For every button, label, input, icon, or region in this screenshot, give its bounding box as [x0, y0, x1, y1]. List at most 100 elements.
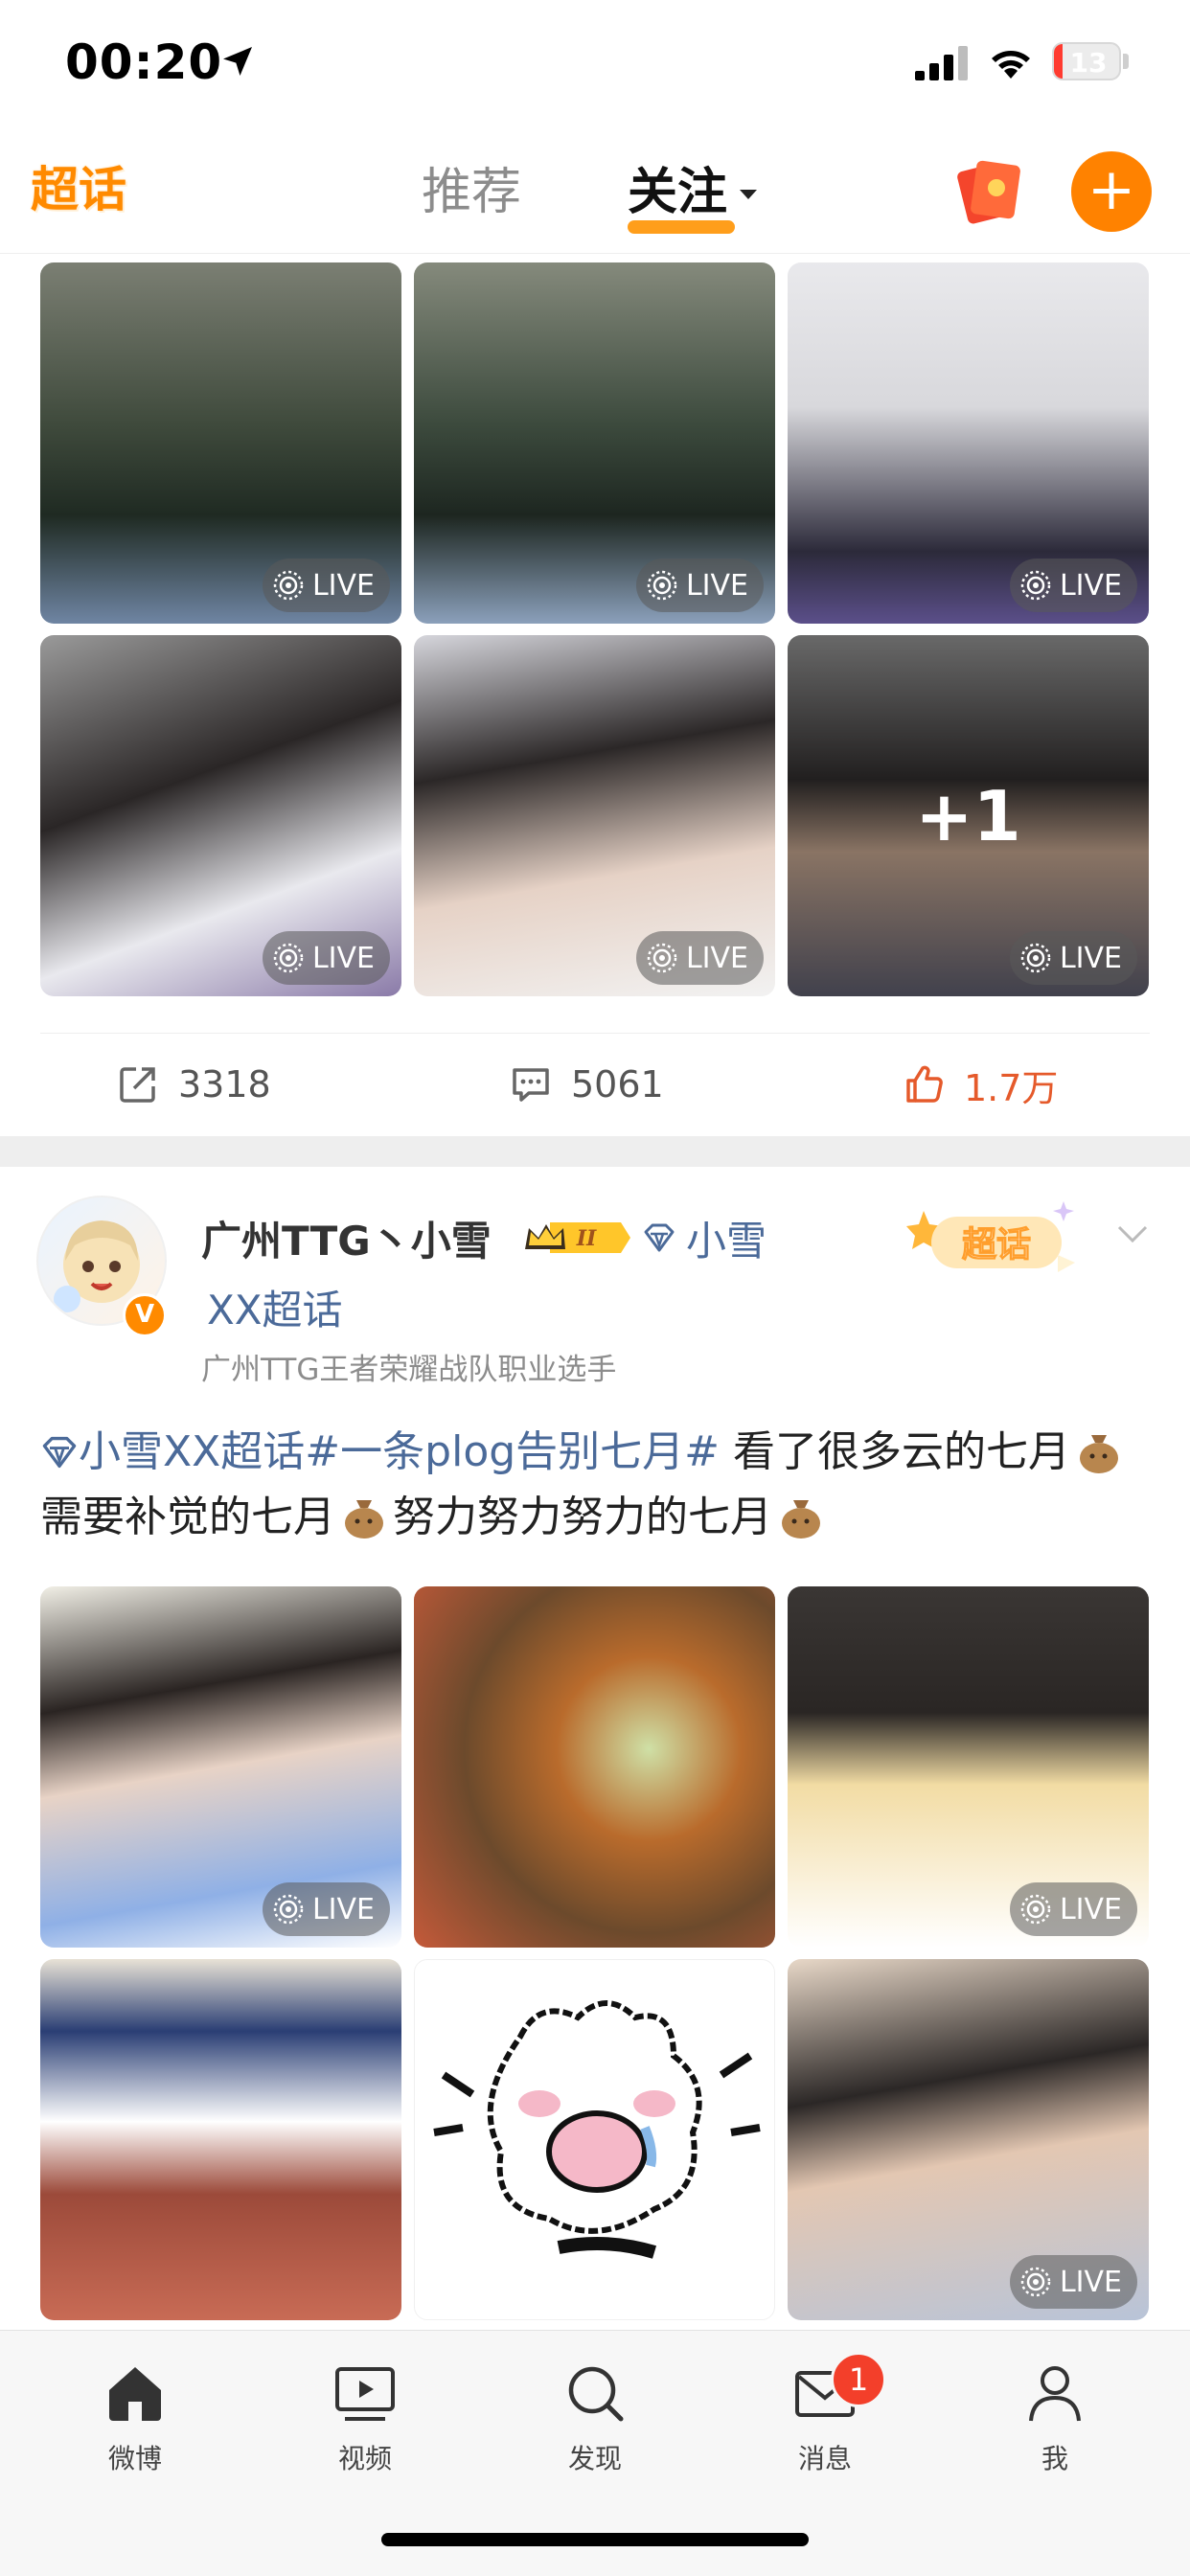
post-image[interactable]: LIVE [40, 635, 401, 996]
tab-video[interactable]: 视频 [288, 2359, 442, 2476]
cellular-signal-icon [915, 46, 968, 80]
home-indicator[interactable] [381, 2533, 809, 2546]
status-time: 00:20 [65, 34, 223, 90]
money-bag-emoji-icon [1080, 1435, 1119, 1473]
live-photo-icon [1020, 570, 1051, 601]
tab-profile[interactable]: 我 [978, 2359, 1132, 2476]
live-photo-icon [1020, 943, 1051, 973]
post-image[interactable]: LIVE [788, 1959, 1149, 2320]
live-photo-icon [273, 570, 304, 601]
tab-label: 发现 [567, 2443, 622, 2474]
profile-icon [1029, 2366, 1081, 2422]
chevron-down-icon[interactable] [1115, 1222, 1150, 1245]
header: 超话 推荐 关注 + [0, 134, 1190, 254]
post-action-bar: 3318 5061 1.7万 [40, 1033, 1150, 1135]
level-badge-text: II [576, 1226, 597, 1251]
verified-badge-icon: V [123, 1293, 167, 1337]
feed-separator [0, 1136, 1190, 1167]
comment-count: 5061 [571, 1063, 664, 1106]
money-bag-emoji-icon [345, 1500, 383, 1539]
live-badge: LIVE [1009, 559, 1137, 612]
battery-indicator: 13 [1052, 42, 1129, 80]
live-photo-icon [1020, 1894, 1051, 1925]
tab-recommend[interactable]: 推荐 [422, 159, 521, 226]
live-badge: LIVE [262, 559, 390, 612]
tab-weibo[interactable]: 微博 [58, 2359, 212, 2476]
live-label: LIVE [311, 941, 375, 975]
thumbs-up-icon [906, 1065, 943, 1103]
live-badge: LIVE [262, 931, 390, 985]
home-icon [109, 2367, 161, 2421]
brand-logo[interactable]: 超话 [31, 161, 132, 218]
search-icon [568, 2366, 624, 2422]
live-badge: LIVE [1009, 2255, 1137, 2309]
live-label: LIVE [311, 1892, 375, 1926]
post-image[interactable] [414, 1959, 775, 2320]
wifi-icon [992, 51, 1030, 79]
share-button[interactable]: 3318 [117, 1034, 271, 1135]
hashtag-link[interactable]: #一条plog告别七月# [305, 1427, 720, 1476]
tab-label: 我 [1041, 2443, 1068, 2474]
tab-discover[interactable]: 发现 [518, 2359, 672, 2476]
video-icon [335, 2367, 395, 2421]
battery-tip [1123, 54, 1129, 69]
live-badge: LIVE [1009, 931, 1137, 985]
red-packet-icon[interactable] [954, 157, 1025, 224]
diamond-icon [42, 1436, 77, 1469]
supertopic-link[interactable]: 小雪 [686, 1209, 767, 1267]
crown-level-badge-icon[interactable]: II [521, 1217, 632, 1259]
post-text-segment: 需要补觉的七月 [40, 1493, 335, 1541]
author-name[interactable]: 广州TTG丶小雪 [201, 1209, 492, 1267]
like-button[interactable]: 1.7万 [903, 1034, 1058, 1135]
share-icon [120, 1067, 155, 1103]
live-badge: LIVE [1009, 1882, 1137, 1936]
battery-body: 13 [1052, 42, 1121, 80]
supertopic-link-inline[interactable]: 小雪XX超话 [79, 1427, 305, 1476]
tab-label: 消息 [797, 2443, 852, 2474]
tab-label: 微博 [107, 2443, 162, 2474]
live-label: LIVE [685, 568, 748, 603]
live-label: LIVE [1059, 1892, 1122, 1926]
live-badge: LIVE [262, 1882, 390, 1936]
live-photo-icon [1020, 2267, 1051, 2297]
battery-percent: 13 [1069, 47, 1108, 79]
unread-badge: 1 [831, 2352, 886, 2407]
post-image[interactable]: LIVE [788, 1586, 1149, 1948]
post-image[interactable] [414, 1586, 775, 1948]
sticker-text: 超话 [962, 1225, 1031, 1265]
diamond-icon [644, 1223, 675, 1252]
add-button[interactable]: + [1071, 151, 1152, 232]
status-bar: 00:20 13 [0, 0, 1190, 125]
post-text: 小雪XX超话#一条plog告别七月# 看了很多云的七月需要补觉的七月 努力努力努力… [40, 1420, 1150, 1550]
comment-button[interactable]: 5061 [510, 1034, 664, 1135]
sticker-illustration [433, 2000, 761, 2259]
share-count: 3318 [178, 1063, 271, 1106]
chevron-down-icon[interactable] [740, 190, 757, 199]
chaohua-sticker[interactable]: 超话 [906, 1196, 1087, 1282]
post-image[interactable]: LIVE [788, 262, 1149, 624]
live-badge: LIVE [635, 931, 764, 985]
post-image-grid: LIVE LIVE LIVE [40, 1586, 1150, 2320]
live-label: LIVE [1059, 2265, 1122, 2299]
tab-follow[interactable]: 关注 [628, 159, 727, 226]
live-photo-icon [647, 943, 677, 973]
supertopic-link-continued[interactable]: XX超话 [207, 1278, 343, 1336]
live-label: LIVE [685, 941, 748, 975]
post-text-segment: 努力努力努力的七月 [393, 1493, 772, 1541]
live-label: LIVE [311, 568, 375, 603]
post-text-segment: 看了很多云的七月 [720, 1427, 1071, 1476]
post-image[interactable]: LIVE [414, 635, 775, 996]
post-image[interactable]: LIVE [414, 262, 775, 624]
live-photo-icon [647, 570, 677, 601]
tab-label: 视频 [337, 2443, 392, 2474]
live-photo-icon [273, 943, 304, 973]
money-bag-emoji-icon [782, 1500, 820, 1539]
post-image[interactable] [40, 1959, 401, 2320]
tab-messages[interactable]: 1 消息 [748, 2352, 902, 2476]
like-count: 1.7万 [964, 1066, 1059, 1109]
live-label: LIVE [1059, 568, 1122, 603]
post-image-grid: LIVE LIVE LIVE LIVE LIVE +1 LIVE [40, 262, 1150, 996]
post-image[interactable]: LIVE [40, 262, 401, 624]
post-image[interactable]: +1 LIVE [788, 635, 1149, 996]
post-image[interactable]: LIVE [40, 1586, 401, 1948]
